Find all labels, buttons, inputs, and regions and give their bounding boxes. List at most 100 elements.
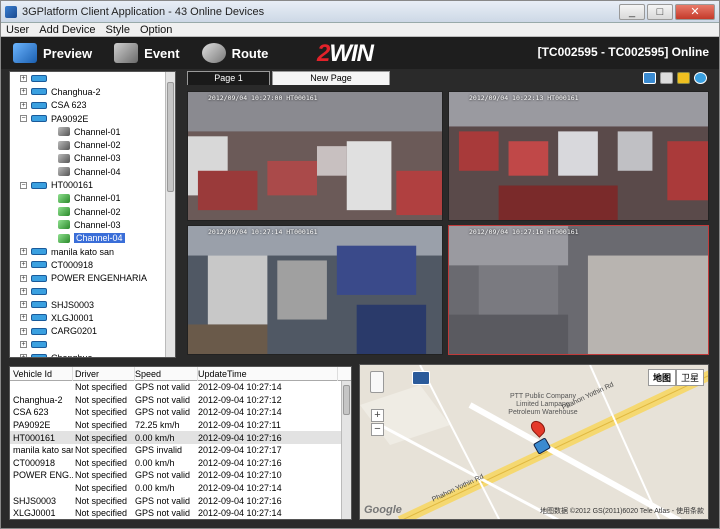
route-button[interactable]: Route: [201, 43, 269, 63]
table-row[interactable]: HT000161 Not specified 0.00 km/h 2012-09-04…: [10, 431, 351, 444]
expand-toggle-icon[interactable]: +: [20, 341, 27, 349]
expand-toggle-icon[interactable]: +: [20, 327, 27, 335]
tree-device[interactable]: + manila kato san: [10, 245, 175, 258]
expand-toggle-icon[interactable]: +: [20, 261, 27, 269]
video-channel-3[interactable]: 2012/09/04 10:27:14 HT000161: [187, 225, 443, 355]
map-panel[interactable]: + − 地图 卫星 PTT Public Company Limited Lam…: [359, 364, 709, 520]
device-icon: [31, 101, 47, 109]
tree-item-label: CSA 623: [51, 100, 87, 111]
tree-device[interactable]: + CARG0201: [10, 325, 175, 338]
tree-channel[interactable]: Channel-04: [10, 232, 175, 245]
table-cell: Not specified: [75, 457, 128, 468]
expand-toggle-icon[interactable]: +: [20, 287, 27, 295]
app-icon: [5, 5, 17, 18]
table-cell: Not specified: [75, 445, 128, 456]
zoom-in-button[interactable]: +: [371, 409, 384, 422]
col-update-time[interactable]: UpdateTime: [198, 367, 338, 381]
video-channel-2[interactable]: 2012/09/04 10:22:13 HT000161: [448, 91, 709, 221]
table-row[interactable]: XLGJ0001 Not specified GPS not valid 2012-0…: [10, 507, 351, 519]
table-cell: 0.00 km/h: [135, 483, 175, 494]
table-row[interactable]: CSA 623 Not specified GPS not valid 2012-09…: [10, 406, 351, 419]
table-cell: Not specified: [75, 382, 128, 393]
col-driver[interactable]: Driver: [73, 367, 135, 381]
tree-item-label: Channel-02: [74, 140, 121, 151]
tree-device[interactable]: + CSA 623: [10, 99, 175, 112]
map-type-satellite[interactable]: 卫星: [675, 369, 704, 386]
col-vehicle-id[interactable]: Vehicle Id: [10, 367, 73, 381]
tree-device[interactable]: − PA9092E: [10, 112, 175, 125]
tree-device[interactable]: + Changhua-2: [10, 85, 175, 98]
snapshot-icon[interactable]: [643, 72, 656, 84]
zoom-out-button[interactable]: −: [371, 423, 384, 436]
tree-device[interactable]: − HT000161: [10, 178, 175, 191]
table-row[interactable]: POWER ENG... Not specified GPS not valid 20…: [10, 469, 351, 482]
table-row[interactable]: SHJS0003 Not specified GPS not valid 2012-0…: [10, 494, 351, 507]
tree-channel[interactable]: Channel-01: [10, 125, 175, 138]
tree-channel[interactable]: Channel-01: [10, 192, 175, 205]
camera-channel-icon: [58, 193, 70, 203]
tree-channel[interactable]: Channel-02: [10, 138, 175, 151]
expand-toggle-icon[interactable]: +: [20, 101, 27, 109]
expand-toggle-icon[interactable]: +: [20, 301, 27, 309]
event-button[interactable]: Event: [114, 43, 180, 63]
expand-toggle-icon[interactable]: −: [20, 181, 27, 189]
table-scrollbar[interactable]: [341, 381, 351, 519]
table-cell: 72.25 km/h: [135, 420, 180, 431]
menu-add-device[interactable]: Add Device: [34, 24, 100, 36]
table-row[interactable]: manila kato san Not specified GPS invalid 2…: [10, 444, 351, 457]
maximize-button[interactable]: □: [647, 3, 673, 20]
tree-item-label: Channel-02: [74, 206, 121, 217]
tree-device[interactable]: +: [10, 72, 175, 85]
table-cell: 2012-09-04 10:27:14: [198, 407, 282, 418]
device-tree[interactable]: + + Changhua-2 + CSA 623 − PA9092E Channel-01 Ch…: [9, 71, 176, 358]
tree-device[interactable]: + Changhua: [10, 351, 175, 357]
tree-channel[interactable]: Channel-03: [10, 152, 175, 165]
close-button[interactable]: ✕: [675, 3, 715, 20]
map-type-map[interactable]: 地图: [647, 369, 676, 386]
table-row[interactable]: Not specified 0.00 km/h 2012-09-04 10:27:1…: [10, 482, 351, 495]
tree-device[interactable]: + XLGJ0001: [10, 311, 175, 324]
table-row[interactable]: CT000918 Not specified 0.00 km/h 2012-09-04…: [10, 457, 351, 470]
tree-channel[interactable]: Channel-02: [10, 205, 175, 218]
tree-device[interactable]: +: [10, 285, 175, 298]
col-speed[interactable]: Speed: [135, 367, 198, 381]
vehicle-table: Vehicle Id Driver Speed UpdateTime Not s…: [9, 366, 352, 520]
table-row[interactable]: PA9092E Not specified 72.25 km/h 2012-09-04…: [10, 419, 351, 432]
table-row[interactable]: Changhua-2 Not specified GPS not valid 2012…: [10, 394, 351, 407]
expand-toggle-icon[interactable]: +: [20, 354, 27, 357]
table-cell: GPS not valid: [135, 407, 191, 418]
menu-style[interactable]: Style: [101, 24, 135, 36]
record-icon[interactable]: [660, 72, 673, 84]
vehicle-icon[interactable]: [677, 72, 690, 84]
expand-toggle-icon[interactable]: +: [20, 75, 27, 83]
expand-toggle-icon[interactable]: +: [20, 274, 27, 282]
expand-toggle-icon[interactable]: +: [20, 248, 27, 255]
video-channel-4[interactable]: 2012/09/04 10:27:16 HT000161: [448, 225, 709, 355]
tree-device[interactable]: + CT000918: [10, 258, 175, 271]
tree-channel[interactable]: Channel-04: [10, 165, 175, 178]
tab-new-page[interactable]: New Page: [272, 71, 390, 85]
expand-toggle-icon[interactable]: +: [20, 88, 27, 96]
route-label: Route: [231, 45, 269, 61]
expand-toggle-icon[interactable]: −: [20, 115, 27, 123]
tree-device[interactable]: +: [10, 338, 175, 351]
minimize-button[interactable]: _: [619, 3, 645, 20]
menu-user[interactable]: User: [1, 24, 34, 36]
table-row[interactable]: Not specified GPS not valid 2012-09-04 10:…: [10, 381, 351, 394]
map-mode-icon[interactable]: [412, 371, 430, 385]
tree-item-label: Channel-04: [74, 233, 125, 244]
menu-option[interactable]: Option: [135, 24, 177, 36]
expand-toggle-icon[interactable]: +: [20, 314, 27, 322]
tree-channel[interactable]: Channel-03: [10, 218, 175, 231]
scroll-thumb[interactable]: [343, 385, 350, 415]
tree-device[interactable]: + SHJS0003: [10, 298, 175, 311]
titlebar: 3GPlatform Client Application - 43 Onlin…: [1, 1, 719, 23]
tree-device[interactable]: + POWER ENGENHARIA: [10, 271, 175, 284]
tree-scrollbar[interactable]: [165, 72, 175, 357]
pegman-icon[interactable]: [370, 371, 384, 393]
video-channel-1[interactable]: 2012/09/04 10:27:00 HT000161: [187, 91, 443, 221]
tab-page-1[interactable]: Page 1: [187, 71, 270, 85]
scroll-thumb[interactable]: [167, 82, 174, 192]
preview-button[interactable]: Preview: [13, 43, 92, 63]
globe-icon[interactable]: [694, 72, 707, 84]
